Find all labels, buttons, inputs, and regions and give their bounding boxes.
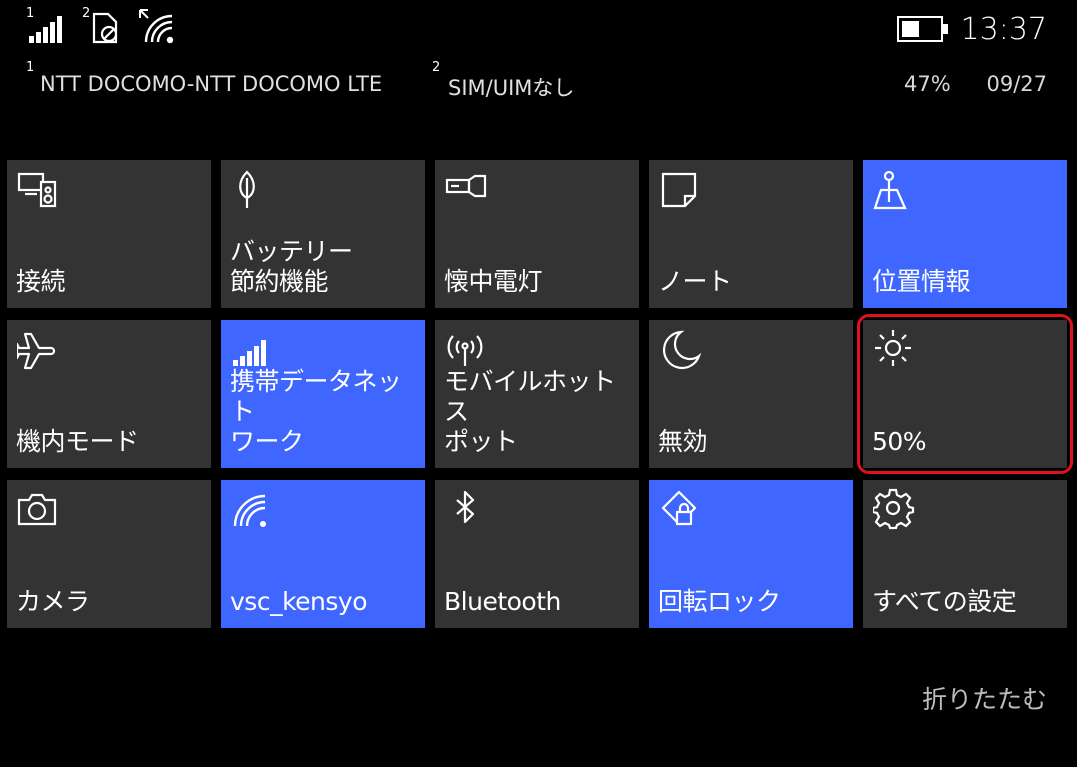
tile-location[interactable]: 位置情報: [863, 160, 1067, 308]
no-sim-icon: [92, 12, 118, 44]
tile-label: バッテリー 節約機能: [230, 237, 353, 296]
tile-battery-saver[interactable]: バッテリー 節約機能: [221, 160, 425, 308]
tile-label: モバイルホットス ポット: [444, 367, 616, 456]
tile-label: 回転ロック: [658, 587, 781, 616]
tile-note[interactable]: ノート: [649, 160, 853, 308]
tile-label: Bluetooth: [444, 587, 561, 616]
tile-airplane[interactable]: 機内モード: [7, 320, 211, 468]
tile-label: 位置情報: [872, 267, 971, 296]
note-icon: [659, 168, 703, 212]
tile-rotation-lock[interactable]: 回転ロック: [649, 480, 853, 628]
flashlight-icon: [445, 168, 489, 212]
tile-label: 携帯データネット ワーク: [230, 367, 402, 456]
carrier-sim2-number: 2: [432, 60, 441, 75]
carrier-sim1-number: 1: [26, 60, 35, 75]
tile-label: 50%: [872, 427, 927, 456]
tile-wifi[interactable]: vsc_kensyo: [221, 480, 425, 628]
tile-label: vsc_kensyo: [230, 587, 368, 616]
tile-label: すべての設定: [872, 587, 1017, 616]
tile-camera[interactable]: カメラ: [7, 480, 211, 628]
moon-icon: [659, 328, 703, 372]
tile-bluetooth[interactable]: Bluetooth: [435, 480, 639, 628]
brightness-icon: [873, 328, 917, 372]
rotation-lock-icon: [659, 488, 703, 532]
tile-quiet-hours[interactable]: 無効: [649, 320, 853, 468]
clock: 13:37: [960, 12, 1047, 47]
tile-label: 懐中電灯: [444, 267, 543, 296]
carrier-sim2-name: SIM/UIMなし: [448, 76, 575, 100]
tile-brightness[interactable]: 50%: [857, 314, 1073, 474]
carrier-info: 1 NTT DOCOMO-NTT DOCOMO LTE 2 SIM/UIMなし: [26, 60, 646, 100]
tile-cellular[interactable]: 携帯データネット ワーク: [221, 320, 425, 468]
airplane-icon: [15, 328, 61, 372]
signal-strength-icon: [29, 16, 62, 43]
battery-saver-icon: [231, 168, 275, 212]
tile-all-settings[interactable]: すべての設定: [863, 480, 1067, 628]
wifi-status-icon: [139, 9, 174, 44]
connect-icon: [17, 168, 61, 212]
status-icons: 1 2: [26, 6, 246, 48]
tile-label: カメラ: [16, 587, 90, 616]
tile-label: 機内モード: [16, 427, 139, 456]
battery-icon: [897, 16, 948, 42]
tile-flashlight[interactable]: 懐中電灯: [435, 160, 639, 308]
collapse-button[interactable]: 折りたたむ: [922, 680, 1047, 716]
tile-label: 無効: [658, 427, 708, 456]
cellular-icon: [231, 328, 275, 372]
tile-label: 接続: [16, 267, 66, 296]
tile-connect[interactable]: 接続: [7, 160, 211, 308]
battery-percent: 47%: [904, 72, 951, 96]
date: 09/27: [986, 72, 1047, 96]
tile-hotspot[interactable]: モバイルホットス ポット: [435, 320, 639, 468]
camera-icon: [17, 488, 61, 532]
gear-icon: [871, 488, 917, 532]
carrier-sim1-name: NTT DOCOMO-NTT DOCOMO LTE: [40, 72, 383, 96]
quick-actions-grid: 接続 バッテリー 節約機能 懐中電灯 ノート 位置情報 機内モード 携帯データネ…: [7, 160, 1073, 628]
hotspot-icon: [445, 328, 489, 372]
wifi-icon: [231, 488, 275, 532]
bluetooth-icon: [445, 488, 489, 532]
tile-label: ノート: [658, 267, 732, 296]
location-icon: [873, 168, 917, 212]
